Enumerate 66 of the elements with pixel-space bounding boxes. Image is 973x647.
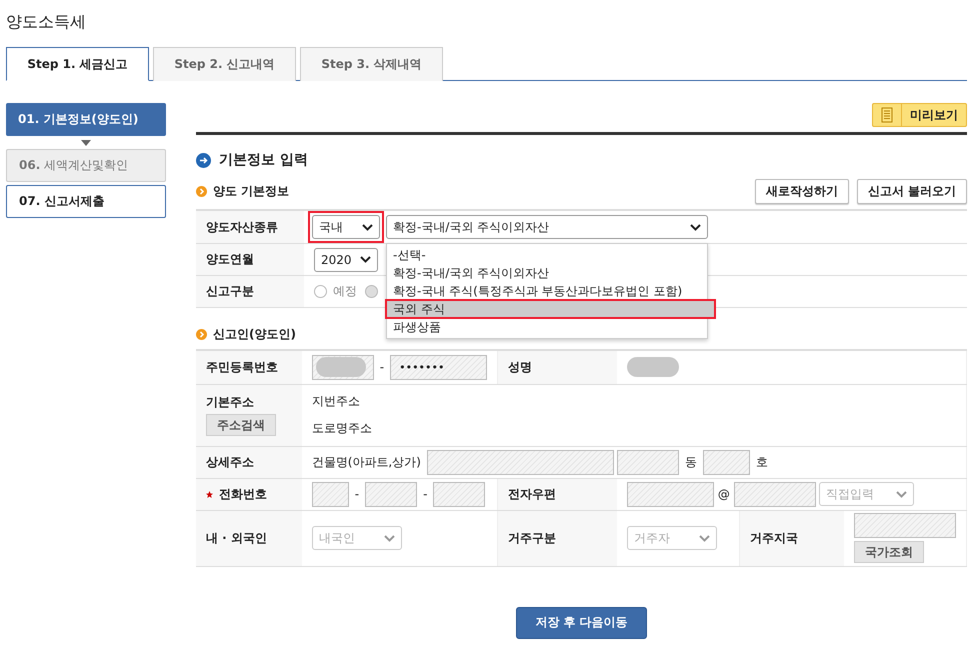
- field-label: 양도자산종류: [196, 210, 304, 244]
- at-sign: @: [718, 487, 730, 501]
- chevron-down-icon: [896, 490, 907, 498]
- chevron-down-icon: [698, 534, 710, 542]
- field-label: 기본주소: [206, 395, 254, 409]
- field-label: 성명: [498, 350, 617, 384]
- building-label: 건물명(아파트,상가): [312, 454, 421, 468]
- address-text: 도로명주소: [312, 420, 373, 437]
- id-front-field[interactable]: [312, 354, 374, 380]
- dropdown-option[interactable]: 국외 주식: [387, 301, 714, 317]
- radio-button[interactable]: [314, 285, 327, 298]
- field-label: 상세주소: [196, 446, 302, 478]
- arrow-circle-icon: [196, 152, 211, 168]
- separator: -: [354, 487, 360, 501]
- email-id-field[interactable]: [626, 482, 714, 506]
- country-search-button[interactable]: 국가조회: [854, 541, 924, 563]
- phone-field[interactable]: [433, 482, 486, 506]
- separator: -: [380, 360, 384, 374]
- step-menu-item[interactable]: 01. 기본정보(양도인): [6, 103, 166, 136]
- radio-button[interactable]: [365, 285, 378, 298]
- dong-field[interactable]: [616, 450, 679, 474]
- field-label: 거주구분: [498, 510, 617, 566]
- field-label: 신고구분: [196, 276, 304, 308]
- separator: -: [423, 487, 428, 501]
- form-button[interactable]: 신고서 불러오기: [856, 179, 967, 204]
- region-select[interactable]: 국내: [312, 215, 380, 239]
- field-label: 주민등록번호: [196, 350, 302, 384]
- radio-label: 예정: [333, 284, 357, 298]
- redaction-mark: [316, 357, 366, 378]
- email-domain-field[interactable]: [734, 482, 816, 506]
- year-select[interactable]: 2020: [314, 248, 378, 272]
- field-label: 전화번호: [219, 486, 267, 500]
- phone-field[interactable]: [312, 482, 349, 506]
- ho-label: 호: [756, 454, 768, 468]
- field-label: 거주지국: [740, 510, 844, 566]
- asset-category-select[interactable]: 확정-국내/국외 주식이외자산: [386, 215, 708, 239]
- step-tab[interactable]: Step 3. 삭제내역: [300, 47, 443, 81]
- subsection-title: 신고인(양도인): [213, 326, 296, 343]
- address-text: 지번주소: [312, 393, 361, 410]
- field-label: 내 · 외국인: [196, 510, 302, 566]
- country-field[interactable]: [854, 513, 956, 538]
- step-tab[interactable]: Step 2. 신고내역: [153, 47, 296, 81]
- address-search-button[interactable]: 주소검색: [206, 414, 276, 436]
- save-next-button[interactable]: 저장 후 다음이동: [516, 606, 647, 638]
- down-triangle-icon: [81, 140, 91, 146]
- chevron-circle-icon: [196, 186, 207, 197]
- step-tab[interactable]: Step 1. 세금신고: [6, 47, 149, 81]
- form-button[interactable]: 새로작성하기: [754, 179, 849, 204]
- subsection-title: 양도 기본정보: [213, 183, 290, 200]
- preview-button[interactable]: 미리보기: [872, 103, 967, 127]
- field-label: 전자우편: [498, 478, 617, 510]
- step-menu-item[interactable]: 07. 신고서제출: [6, 185, 166, 218]
- id-back-field[interactable]: •••••••: [390, 354, 488, 380]
- page-title: 양도소득세: [6, 11, 87, 33]
- building-field[interactable]: [426, 450, 614, 474]
- chevron-down-icon: [690, 224, 701, 230]
- chevron-down-icon: [362, 224, 373, 230]
- dong-label: 동: [684, 454, 697, 468]
- field-label: 양도연월: [196, 244, 304, 276]
- ho-field[interactable]: [702, 450, 750, 474]
- phone-field[interactable]: [365, 482, 418, 506]
- chevron-down-icon: [384, 534, 395, 542]
- redaction-mark: [626, 357, 679, 378]
- chevron-down-icon: [360, 256, 371, 263]
- chevron-circle-icon: [196, 329, 207, 340]
- section-title: 기본정보 입력: [219, 151, 308, 169]
